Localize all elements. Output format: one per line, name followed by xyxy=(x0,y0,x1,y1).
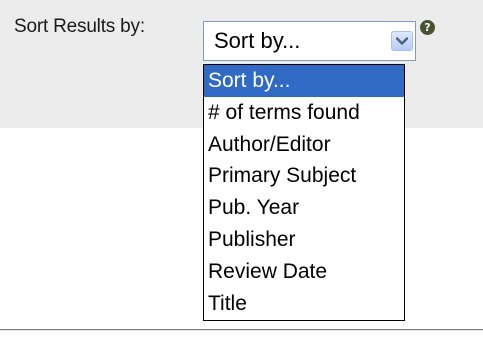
sort-option-review-date[interactable]: Review Date xyxy=(204,256,404,288)
sort-option-sort-by[interactable]: Sort by... xyxy=(204,65,404,97)
sort-option-pub-year[interactable]: Pub. Year xyxy=(204,192,404,224)
help-icon[interactable]: ? xyxy=(420,20,435,35)
sort-select-value: Sort by... xyxy=(214,28,301,53)
sort-dropdown-list: Sort by... # of terms found Author/Edito… xyxy=(203,64,405,321)
sort-option-author-editor[interactable]: Author/Editor xyxy=(204,129,404,161)
sort-option-terms-found[interactable]: # of terms found xyxy=(204,97,404,129)
sort-option-publisher[interactable]: Publisher xyxy=(204,224,404,256)
chevron-down-icon xyxy=(396,37,408,45)
sort-option-primary-subject[interactable]: Primary Subject xyxy=(204,160,404,192)
sort-select[interactable]: Sort by... xyxy=(203,21,416,61)
sort-results-label: Sort Results by: xyxy=(14,16,145,37)
dropdown-toggle-button[interactable] xyxy=(391,31,413,51)
sort-option-title[interactable]: Title xyxy=(204,288,404,320)
bottom-divider xyxy=(0,329,483,331)
